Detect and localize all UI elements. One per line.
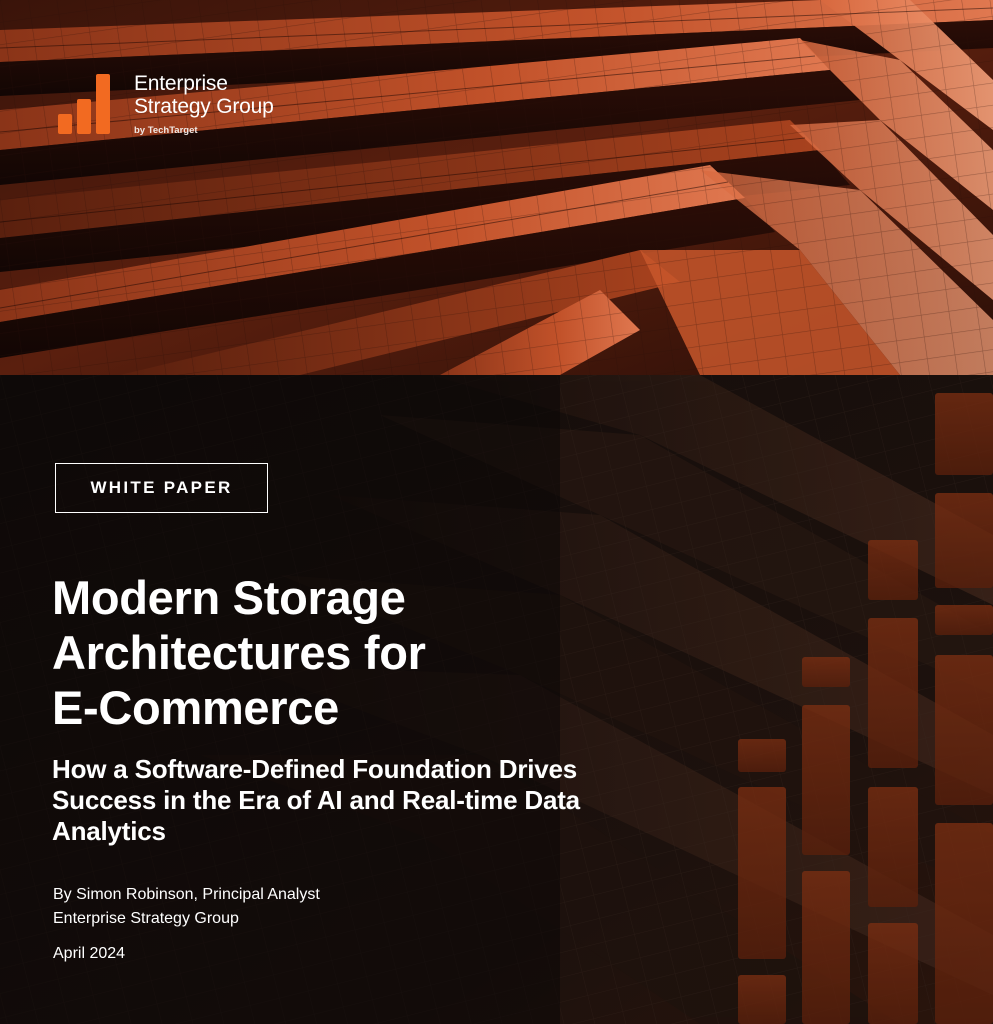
title-line-1: Modern Storage xyxy=(52,571,406,624)
page-subtitle: How a Software-Defined Foundation Drives… xyxy=(52,754,692,847)
logo-byline: by TechTarget xyxy=(134,125,198,136)
title-line-3: E-Commerce xyxy=(52,681,339,734)
page-title: Modern Storage Architectures for E-Comme… xyxy=(52,570,612,735)
author-organization: Enterprise Strategy Group xyxy=(53,910,239,927)
bar-chart-logo-icon xyxy=(58,70,122,134)
hero-building-image xyxy=(0,0,993,375)
esg-logo[interactable]: Enterprise Strategy Group by TechTarget xyxy=(58,70,274,136)
subtitle-line-2: Success in the Era of AI and Real-time D… xyxy=(52,785,580,815)
logo-line-2: Strategy Group xyxy=(134,95,274,118)
subtitle-line-3: Analytics xyxy=(52,816,166,846)
subtitle-line-1: How a Software-Defined Foundation Drives xyxy=(52,754,578,784)
logo-wordmark: Enterprise Strategy Group by TechTarget xyxy=(134,72,274,136)
title-line-2: Architectures for xyxy=(52,626,426,679)
document-type-badge: WHITE PAPER xyxy=(55,463,268,513)
author-name: By Simon Robinson, Principal Analyst xyxy=(53,886,320,903)
publication-date: April 2024 xyxy=(53,945,126,962)
white-paper-cover: Enterprise Strategy Group by TechTarget … xyxy=(0,0,993,1024)
author-byline: By Simon Robinson, Principal Analyst Ent… xyxy=(53,883,320,931)
logo-line-1: Enterprise xyxy=(134,72,228,95)
